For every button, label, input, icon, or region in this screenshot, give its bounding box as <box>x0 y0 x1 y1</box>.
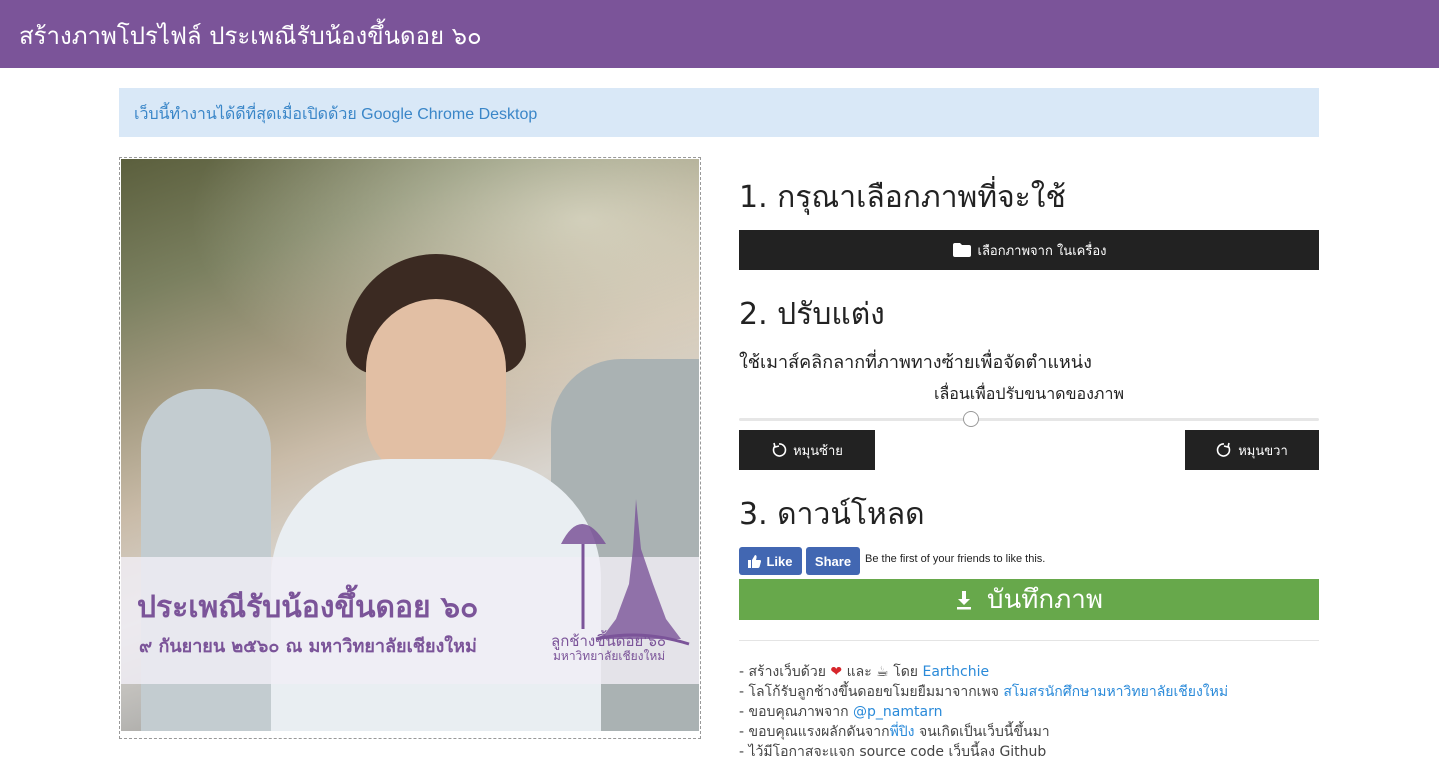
download-icon <box>956 590 971 609</box>
rotate-right-button[interactable]: หมุนขวา <box>1185 430 1319 470</box>
facebook-like-label: Like <box>766 553 793 569</box>
credit-line-5: - ไว้มีโอกาสจะแจก source code เว็บนี้ลง … <box>739 744 1047 760</box>
ping-link[interactable]: พี่ปิง <box>890 724 915 740</box>
photo-face <box>366 299 506 479</box>
step2-heading: 2. ปรับแต่ง <box>739 297 885 332</box>
browser-notice-text: เว็บนี้ทำงานได้ดีที่สุดเมื่อเปิดด้วย Goo… <box>134 106 538 123</box>
credit-text: - ขอบคุณภาพจาก <box>739 704 849 720</box>
facebook-like-text: Be the first of your friends to like thi… <box>865 553 1046 565</box>
credit-text: - โลโก้รับลูกช้างขึ้นดอยขโมยยืมมาจากเพจ <box>739 684 999 700</box>
credits-list: - สร้างเว็บด้วย ❤ และ ☕ โดย Earthchie - … <box>739 662 1319 762</box>
credit-line-2: - โลโก้รับลูกช้างขึ้นดอยขโมยยืมมาจากเพจ … <box>739 682 1319 702</box>
heart-icon: ❤ <box>830 664 843 680</box>
student-club-link[interactable]: สโมสรนักศึกษามหาวิทยาลัยเชียงใหม่ <box>1003 684 1228 700</box>
choose-image-label: เลือกภาพจาก ในเครื่อง <box>977 243 1107 259</box>
drag-hint: ใช้เมาส์คลิกลากที่ภาพทางซ้ายเพื่อจัดตำแห… <box>739 352 1092 373</box>
rotate-left-label: หมุนซ้าย <box>793 443 843 459</box>
credit-text: - สร้างเว็บด้วย <box>739 664 826 680</box>
app-header: สร้างภาพโปรไฟล์ ประเพณีรับน้องขึ้นดอย ๖๐ <box>0 0 1439 68</box>
facebook-share-button[interactable]: Share <box>806 547 860 575</box>
step3-heading: 3. ดาวน์โหลด <box>739 497 925 532</box>
zoom-slider-label: เลื่อนเพื่อปรับขนาดของภาพ <box>933 384 1125 403</box>
rotate-right-icon <box>1216 442 1231 457</box>
logo-caption-2: มหาวิทยาลัยเชียงใหม่ <box>553 649 666 663</box>
folder-icon <box>952 243 971 257</box>
zoom-slider-track[interactable] <box>739 418 1319 421</box>
coffee-icon: ☕ <box>876 664 889 680</box>
save-image-label: บันทึกภาพ <box>986 585 1104 615</box>
credit-text: และ <box>846 664 872 680</box>
credit-text: โดย <box>893 664 919 680</box>
browser-notice: เว็บนี้ทำงานได้ดีที่สุดเมื่อเปิดด้วย Goo… <box>119 88 1319 137</box>
choose-image-button[interactable]: เลือกภาพจาก ในเครื่อง <box>739 230 1319 270</box>
credit-text: - ขอบคุณแรงผลักดันจาก <box>739 724 890 740</box>
earthchie-link[interactable]: Earthchie <box>922 664 989 680</box>
facebook-share-label: Share <box>814 553 852 569</box>
credit-line-4: - ขอบคุณแรงผลักดันจากพี่ปิง จนเกิดเป็นเว… <box>739 722 1319 742</box>
credit-line-3: - ขอบคุณภาพจาก @p_namtarn <box>739 702 1319 722</box>
facebook-like-button[interactable]: Like <box>739 547 802 575</box>
credit-line-1: - สร้างเว็บด้วย ❤ และ ☕ โดย Earthchie <box>739 662 1319 682</box>
rotate-left-button[interactable]: หมุนซ้าย <box>739 430 875 470</box>
rotate-right-label: หมุนขวา <box>1238 443 1288 459</box>
step1-heading: 1. กรุณาเลือกภาพที่จะใช้ <box>739 180 1066 215</box>
page-title: สร้างภาพโปรไฟล์ ประเพณีรับน้องขึ้นดอย ๖๐ <box>19 22 482 50</box>
save-image-button[interactable]: บันทึกภาพ <box>739 579 1319 620</box>
divider <box>739 640 1319 641</box>
overlay-subtitle: ๙ กันยายน ๒๕๖๐ ณ มหาวิทยาลัยเชียงใหม่ <box>139 636 477 657</box>
credit-text: จนเกิดเป็นเว็บนี้ขึ้นมา <box>918 724 1050 740</box>
rotate-left-icon <box>772 442 787 457</box>
overlay-title: ประเพณีรับน้องขึ้นดอย ๖๐ <box>137 590 479 625</box>
thumbs-up-icon <box>748 554 762 568</box>
profile-preview-image[interactable]: ประเพณีรับน้องขึ้นดอย ๖๐ ๙ กันยายน ๒๕๖๐ … <box>121 159 699 731</box>
zoom-slider-handle[interactable] <box>963 411 979 427</box>
photo-credit-link[interactable]: @p_namtarn <box>853 704 942 720</box>
image-canvas[interactable]: ประเพณีรับน้องขึ้นดอย ๖๐ ๙ กันยายน ๒๕๖๐ … <box>119 157 701 739</box>
